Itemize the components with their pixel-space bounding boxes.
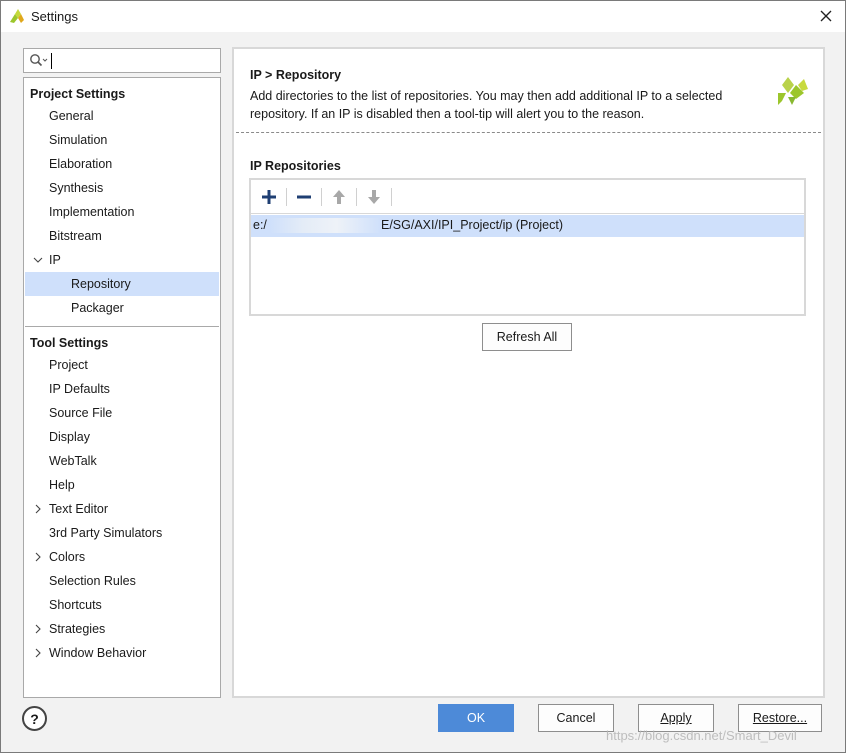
- settings-tree: Project Settings General Simulation Elab…: [23, 77, 221, 698]
- watermark-text: https://blog.csdn.net/Smart_Devil: [606, 728, 797, 743]
- tree-item-ip-defaults[interactable]: IP Defaults: [25, 377, 219, 401]
- refresh-all-button[interactable]: Refresh All: [482, 323, 572, 351]
- text-caret: [51, 53, 52, 69]
- tree-item-label: Bitstream: [49, 229, 102, 243]
- chevron-right-icon[interactable]: [33, 551, 43, 563]
- tree-item-source-file[interactable]: Source File: [25, 401, 219, 425]
- tree-item-label: IP: [49, 253, 61, 267]
- add-repository-button[interactable]: [256, 185, 282, 209]
- tree-item-text-editor[interactable]: Text Editor: [25, 497, 219, 521]
- close-button[interactable]: [813, 4, 839, 28]
- tree-item-label: General: [49, 109, 94, 123]
- chevron-right-icon[interactable]: [33, 623, 43, 635]
- tree-item-project[interactable]: Project: [25, 353, 219, 377]
- tree-item-label: IP Defaults: [49, 382, 110, 396]
- tree-item-packager[interactable]: Packager: [25, 296, 219, 320]
- title-bar: Settings: [1, 1, 845, 32]
- tree-item-label: Text Editor: [49, 502, 109, 516]
- close-icon: [820, 10, 832, 22]
- chevron-right-icon[interactable]: [33, 503, 43, 515]
- remove-repository-button[interactable]: [291, 185, 317, 209]
- tree-item-label: Selection Rules: [49, 574, 136, 588]
- search-icon: [30, 54, 48, 67]
- vivado-logo-icon: [10, 9, 24, 23]
- repositories-toolbar: [251, 180, 804, 214]
- tree-item-repository[interactable]: Repository: [25, 272, 219, 296]
- tree-item-window-behavior[interactable]: Window Behavior: [25, 641, 219, 665]
- tree-item-display[interactable]: Display: [25, 425, 219, 449]
- section-title: IP Repositories: [250, 159, 341, 173]
- tree-item-label: Elaboration: [49, 157, 113, 171]
- minus-icon: [297, 195, 311, 199]
- tree-item-label: Synthesis: [49, 181, 104, 195]
- arrow-up-icon: [333, 190, 345, 204]
- ok-button[interactable]: OK: [438, 704, 514, 732]
- settings-search[interactable]: [23, 48, 221, 73]
- tree-item-colors[interactable]: Colors: [25, 545, 219, 569]
- tree-item-selection-rules[interactable]: Selection Rules: [25, 569, 219, 593]
- tree-item-label: Simulation: [49, 133, 108, 147]
- tree-item-shortcuts[interactable]: Shortcuts: [25, 593, 219, 617]
- breadcrumb: IP > Repository: [250, 68, 342, 82]
- tree-item-label: WebTalk: [49, 454, 97, 468]
- search-input[interactable]: [51, 51, 217, 70]
- tree-item-label: Implementation: [49, 205, 135, 219]
- toolbar-separator: [391, 188, 392, 206]
- tree-item-label: Packager: [71, 301, 124, 315]
- toolbar-separator: [356, 188, 357, 206]
- plus-icon: [262, 190, 276, 204]
- toolbar-separator: [286, 188, 287, 206]
- tree-item-help[interactable]: Help: [25, 473, 219, 497]
- project-settings-header: Project Settings: [30, 87, 126, 101]
- window-title: Settings: [31, 9, 78, 24]
- tree-item-label: Source File: [49, 406, 113, 420]
- toolbar-separator: [321, 188, 322, 206]
- tree-item-simulation[interactable]: Simulation: [25, 128, 219, 152]
- vivado-logo-icon: [778, 77, 808, 105]
- tree-item-elaboration[interactable]: Elaboration: [25, 152, 219, 176]
- chevron-right-icon[interactable]: [33, 647, 43, 659]
- tree-item-strategies[interactable]: Strategies: [25, 617, 219, 641]
- move-down-button[interactable]: [361, 185, 387, 209]
- tree-item-implementation[interactable]: Implementation: [25, 200, 219, 224]
- tree-item-label: Display: [49, 430, 90, 444]
- tree-item-label: Window Behavior: [49, 646, 147, 660]
- tree-item-ip[interactable]: IP: [25, 248, 219, 272]
- header-divider: [236, 132, 821, 133]
- settings-content-panel: IP > Repository Add directories to the l…: [232, 47, 825, 698]
- ip-repositories-list: e:/ E/SG/AXI/IPI_Project/ip (Project): [249, 178, 806, 316]
- repository-path-end: E/SG/AXI/IPI_Project/ip (Project): [381, 218, 564, 232]
- tree-item-label: Repository: [71, 277, 131, 291]
- tree-item-general[interactable]: General: [25, 104, 219, 128]
- page-description: Add directories to the list of repositor…: [250, 89, 723, 121]
- tree-item-3rd-party-simulators[interactable]: 3rd Party Simulators: [25, 521, 219, 545]
- tree-item-label: 3rd Party Simulators: [49, 526, 163, 540]
- tree-item-synthesis[interactable]: Synthesis: [25, 176, 219, 200]
- settings-dialog: Settings Project Settings General Simula…: [0, 0, 846, 753]
- chevron-down-icon[interactable]: [33, 254, 43, 266]
- tree-item-label: Strategies: [49, 622, 106, 636]
- tree-item-label: Help: [49, 478, 75, 492]
- repository-row[interactable]: e:/ E/SG/AXI/IPI_Project/ip (Project): [251, 215, 804, 237]
- help-button[interactable]: ?: [22, 706, 47, 731]
- move-up-button[interactable]: [326, 185, 352, 209]
- tool-settings-header: Tool Settings: [30, 336, 109, 350]
- tree-item-bitstream[interactable]: Bitstream: [25, 224, 219, 248]
- tree-item-webtalk[interactable]: WebTalk: [25, 449, 219, 473]
- tree-item-label: Colors: [49, 550, 86, 564]
- arrow-down-icon: [368, 190, 380, 204]
- redacted-path-segment: [270, 218, 381, 233]
- tree-item-label: Project: [49, 358, 88, 372]
- repository-path-start: e:/: [253, 218, 267, 232]
- cancel-button[interactable]: Cancel: [538, 704, 614, 732]
- tree-item-label: Shortcuts: [49, 598, 102, 612]
- tree-divider: [25, 326, 219, 327]
